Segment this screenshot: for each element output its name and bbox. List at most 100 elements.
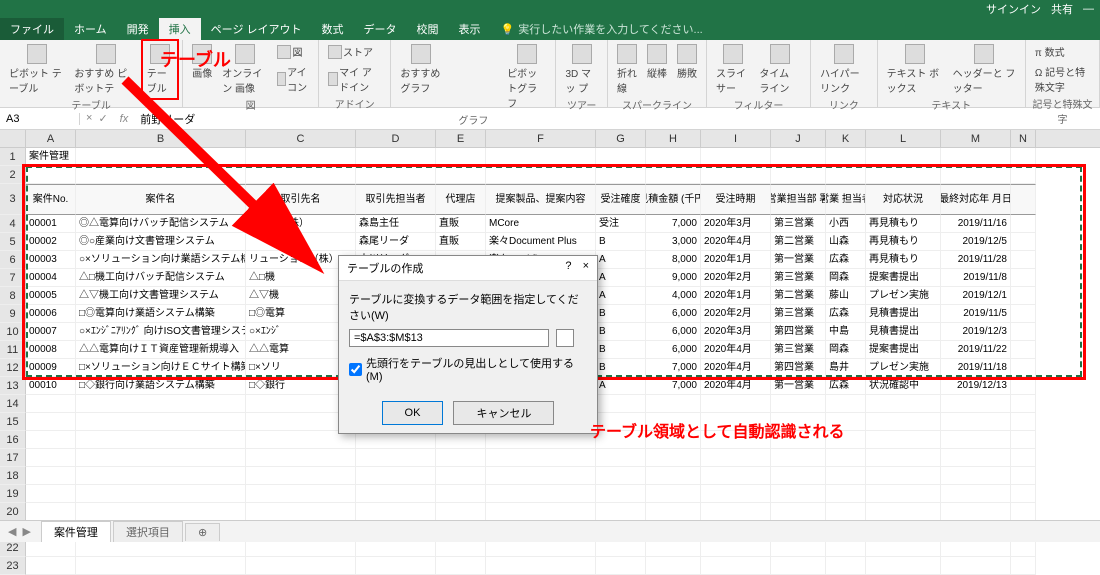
cell[interactable]	[436, 148, 486, 166]
cell[interactable]: 第二営業	[771, 233, 826, 251]
cell[interactable]	[866, 431, 941, 449]
column-header[interactable]: B	[76, 130, 246, 147]
cell[interactable]	[646, 557, 701, 575]
textbox-button[interactable]: テキスト ボックス	[884, 42, 946, 97]
cell[interactable]	[701, 467, 771, 485]
cell[interactable]: 9,000	[646, 269, 701, 287]
cell[interactable]: 第四営業	[771, 359, 826, 377]
cell[interactable]	[26, 503, 76, 521]
cell[interactable]: 00010	[26, 377, 76, 395]
cell[interactable]	[646, 467, 701, 485]
cell[interactable]	[646, 166, 701, 184]
cell[interactable]	[826, 503, 866, 521]
column-header[interactable]: F	[486, 130, 596, 147]
cell[interactable]: プレゼン実施	[866, 287, 941, 305]
cell[interactable]: ○×ソリューション向け業語システム構築	[76, 251, 246, 269]
cell[interactable]: MCore	[486, 215, 596, 233]
column-header[interactable]: M	[941, 130, 1011, 147]
chart-type-icon[interactable]	[448, 42, 462, 56]
recommended-charts-button[interactable]: おすすめ グラフ	[397, 42, 444, 112]
cell[interactable]	[1011, 269, 1036, 287]
cell[interactable]	[596, 395, 646, 413]
row-header[interactable]: 8	[0, 287, 26, 305]
tab-review[interactable]: 校閲	[407, 18, 449, 40]
cell[interactable]	[76, 503, 246, 521]
cell[interactable]	[246, 503, 356, 521]
cell[interactable]: 00006	[26, 305, 76, 323]
cell[interactable]	[771, 557, 826, 575]
cell[interactable]: 2020年1月	[701, 251, 771, 269]
table-header-cell[interactable]: 受注確度	[596, 184, 646, 215]
cell[interactable]	[646, 395, 701, 413]
cell[interactable]	[941, 467, 1011, 485]
sheet-tab-active[interactable]: 案件管理	[41, 521, 111, 542]
cell[interactable]	[596, 166, 646, 184]
cell[interactable]	[356, 449, 436, 467]
cell[interactable]: 2019/11/22	[941, 341, 1011, 359]
cell[interactable]: 受注	[596, 215, 646, 233]
cell[interactable]: 7,000	[646, 359, 701, 377]
cell[interactable]	[76, 557, 246, 575]
cell[interactable]: 第三営業	[771, 269, 826, 287]
cell[interactable]: 2019/12/1	[941, 287, 1011, 305]
cell[interactable]	[76, 467, 246, 485]
table-header-cell[interactable]: 取引先名	[246, 184, 356, 215]
cell[interactable]	[701, 395, 771, 413]
online-picture-button[interactable]: オンライン 画像	[219, 42, 270, 97]
cell[interactable]	[941, 485, 1011, 503]
column-header[interactable]: A	[26, 130, 76, 147]
cell[interactable]	[436, 166, 486, 184]
cell[interactable]	[941, 503, 1011, 521]
cell[interactable]	[866, 413, 941, 431]
cell[interactable]	[771, 166, 826, 184]
cell[interactable]	[486, 503, 596, 521]
cell[interactable]	[701, 503, 771, 521]
cell[interactable]	[486, 166, 596, 184]
row-header[interactable]: 11	[0, 341, 26, 359]
cell[interactable]	[246, 449, 356, 467]
cell[interactable]	[826, 166, 866, 184]
cell[interactable]: ◎○産業向け文書管理システム	[76, 233, 246, 251]
cell[interactable]	[26, 413, 76, 431]
name-box[interactable]: A3	[0, 113, 80, 125]
tab-dev[interactable]: 開発	[117, 18, 159, 40]
tab-home[interactable]: ホーム	[64, 18, 117, 40]
cell[interactable]: 00001	[26, 215, 76, 233]
cell[interactable]	[436, 557, 486, 575]
column-header[interactable]: K	[826, 130, 866, 147]
cell[interactable]: 7,000	[646, 377, 701, 395]
cell[interactable]: 00002	[26, 233, 76, 251]
cell[interactable]	[1011, 166, 1036, 184]
cell[interactable]	[941, 148, 1011, 166]
cell[interactable]: 森尾リーダ	[356, 233, 436, 251]
cell[interactable]: B	[596, 341, 646, 359]
cell[interactable]	[26, 485, 76, 503]
dialog-help-icon[interactable]: ?	[565, 260, 571, 272]
cell[interactable]: 第一営業	[771, 251, 826, 269]
row-header[interactable]: 5	[0, 233, 26, 251]
cell[interactable]	[486, 148, 596, 166]
cell[interactable]: □◇銀行向け業語システム構築	[76, 377, 246, 395]
cell[interactable]: □◎電算向け業語システム構築	[76, 305, 246, 323]
dialog-close-icon[interactable]: ×	[583, 260, 589, 272]
cell[interactable]	[1011, 251, 1036, 269]
cell[interactable]	[866, 467, 941, 485]
cell[interactable]	[356, 166, 436, 184]
ok-button[interactable]: OK	[382, 401, 444, 425]
table-header-cell[interactable]: 受注時期	[701, 184, 771, 215]
cell[interactable]: 6,000	[646, 305, 701, 323]
cell[interactable]	[486, 557, 596, 575]
column-header[interactable]: H	[646, 130, 701, 147]
cell[interactable]	[771, 413, 826, 431]
formula-bar[interactable]: 前野リーダ	[134, 111, 1100, 127]
cell[interactable]	[246, 166, 356, 184]
table-button[interactable]: テーブル	[144, 42, 177, 97]
chart-type-icon[interactable]	[448, 78, 462, 92]
cell[interactable]: 00007	[26, 323, 76, 341]
cell[interactable]	[356, 503, 436, 521]
cell[interactable]	[1011, 557, 1036, 575]
cell[interactable]	[596, 467, 646, 485]
cell[interactable]: A	[596, 287, 646, 305]
cell[interactable]: 2019/11/28	[941, 251, 1011, 269]
column-header[interactable]: C	[246, 130, 356, 147]
